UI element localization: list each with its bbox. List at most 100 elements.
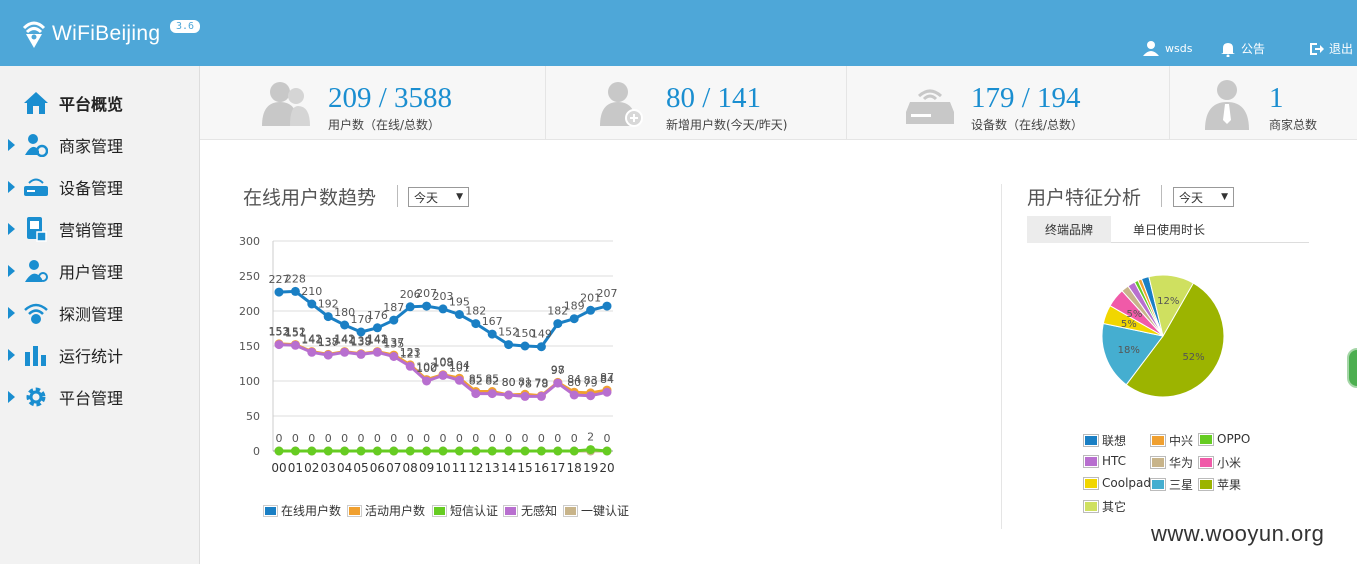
sidebar-item-marketing[interactable]: 营销管理: [0, 211, 200, 247]
data-point: [569, 314, 579, 324]
legend-swatch: [347, 504, 362, 517]
data-point: [323, 312, 333, 322]
app-logo[interactable]: WiFiBeijing: [22, 18, 160, 50]
stat-label: 用户数（在线/总数）: [328, 118, 441, 132]
stat-label: 设备数（在线/总数）: [971, 118, 1084, 132]
legend-label: 一键认证: [581, 504, 630, 518]
legend-label: 在线用户数: [281, 504, 342, 518]
sidebar-item-overview[interactable]: 平台概览: [0, 85, 200, 121]
add-user-icon: [600, 82, 643, 127]
stat-value: 209 / 3588: [328, 82, 453, 114]
tab-brand[interactable]: 终端品牌: [1027, 216, 1111, 243]
x-tick-label: 10: [435, 461, 450, 475]
data-point: [602, 446, 612, 456]
legend-swatch: [1150, 456, 1166, 469]
data-point: [389, 352, 399, 361]
data-label: 0: [489, 432, 496, 445]
stat-devices: 179 / 194 设备数（在线/总数）: [847, 66, 1170, 140]
tab-daily-duration[interactable]: 单日使用时长: [1119, 216, 1219, 243]
data-point: [487, 389, 497, 399]
data-point: [536, 391, 546, 401]
data-point: [520, 341, 530, 351]
stat-users: 209 / 3588 用户数（在线/总数）: [200, 66, 546, 140]
data-label: 2: [587, 431, 594, 444]
trend-period-select[interactable]: 今天 ▼: [408, 187, 469, 207]
watermark: www.wooyun.org: [1151, 521, 1325, 546]
bell-icon: [1221, 42, 1235, 57]
data-point: [504, 390, 514, 400]
pie-legend-item[interactable]: 小米: [1198, 454, 1242, 471]
expand-arrow-icon: [8, 307, 15, 319]
features-period-select[interactable]: 今天 ▼: [1173, 187, 1234, 207]
expand-arrow-icon: [8, 223, 15, 235]
expand-arrow-icon: [8, 265, 15, 277]
data-label: 97: [551, 364, 565, 377]
sidebar-item-label: 运行统计: [59, 347, 124, 366]
gear-icon: [23, 384, 49, 410]
pie-legend-item[interactable]: HTC: [1083, 454, 1126, 468]
legend-item[interactable]: 在线用户数: [263, 502, 342, 519]
logout-link[interactable]: 退出: [1308, 40, 1353, 57]
legend-label: 短信认证: [450, 504, 499, 518]
legend-item[interactable]: 一键认证: [563, 502, 630, 519]
sidebar-item-users[interactable]: 用户管理: [0, 253, 200, 289]
sidebar-item-stats[interactable]: 运行统计: [0, 337, 200, 373]
data-point: [274, 446, 284, 456]
x-tick-label: 06: [370, 461, 385, 475]
legend-item[interactable]: 短信认证: [432, 502, 499, 519]
legend-label: 小米: [1217, 456, 1242, 470]
pie-legend-item[interactable]: OPPO: [1198, 432, 1250, 446]
x-tick-label: 19: [583, 461, 598, 475]
pie-legend-item[interactable]: 联想: [1083, 432, 1126, 449]
pie-legend-item[interactable]: Coolpad: [1083, 476, 1151, 490]
stat-label: 商家总数: [1269, 118, 1318, 132]
features-tabs: 终端品牌 单日使用时长: [1027, 216, 1309, 243]
data-point: [422, 376, 432, 386]
x-tick-label: 05: [353, 461, 368, 475]
dropdown-arrow-icon: ▼: [1221, 192, 1228, 202]
version-badge: 3.6: [170, 20, 201, 33]
data-point: [602, 301, 612, 311]
pie-legend-item[interactable]: 其它: [1083, 498, 1126, 515]
pie-legend-item[interactable]: 中兴: [1150, 432, 1193, 449]
legend-item[interactable]: 无感知: [503, 502, 557, 519]
pie-legend-item[interactable]: 苹果: [1198, 476, 1241, 493]
data-label: 0: [440, 432, 447, 445]
sidebar-item-platform[interactable]: 平台管理: [0, 379, 200, 415]
select-value: 今天: [414, 190, 439, 205]
legend-swatch: [1083, 476, 1099, 490]
title-separator: [1161, 185, 1162, 207]
data-point: [553, 319, 563, 329]
data-label: 0: [505, 432, 512, 445]
notice-link[interactable]: 公告: [1220, 40, 1265, 57]
data-point: [274, 287, 284, 297]
slice-label: 12%: [1157, 296, 1179, 307]
data-point: [323, 350, 333, 360]
data-point: [504, 340, 514, 350]
data-point: [553, 446, 563, 456]
pie-legend-item[interactable]: 华为: [1150, 454, 1193, 471]
sidebar-item-devices[interactable]: 设备管理: [0, 169, 200, 205]
floating-widget-icon[interactable]: [1347, 348, 1357, 388]
marketing-icon: [23, 216, 49, 242]
data-point: [389, 315, 399, 325]
data-point: [307, 446, 317, 456]
legend-swatch: [1083, 454, 1099, 468]
tab-label: 单日使用时长: [1132, 223, 1205, 237]
sidebar: 平台概览 商家管理 设备管理 营销管理 用户管理 探测管理 运行统计 平台管理: [0, 66, 200, 564]
legend-item[interactable]: 活动用户数: [347, 502, 425, 519]
data-point: [569, 390, 579, 400]
sidebar-item-probe[interactable]: 探测管理: [0, 295, 200, 331]
legend-swatch: [1150, 478, 1166, 491]
sidebar-item-merchant[interactable]: 商家管理: [0, 127, 200, 163]
data-label: 84: [600, 373, 614, 386]
user-menu[interactable]: wsds: [1143, 40, 1192, 56]
x-tick-label: 00: [271, 461, 286, 475]
pie-legend-item[interactable]: 三星: [1150, 476, 1193, 493]
data-label: 0: [341, 432, 348, 445]
data-point: [372, 446, 382, 456]
data-point: [405, 302, 415, 312]
data-point: [553, 378, 563, 388]
sidebar-item-label: 商家管理: [59, 137, 124, 156]
data-label: 0: [276, 432, 283, 445]
